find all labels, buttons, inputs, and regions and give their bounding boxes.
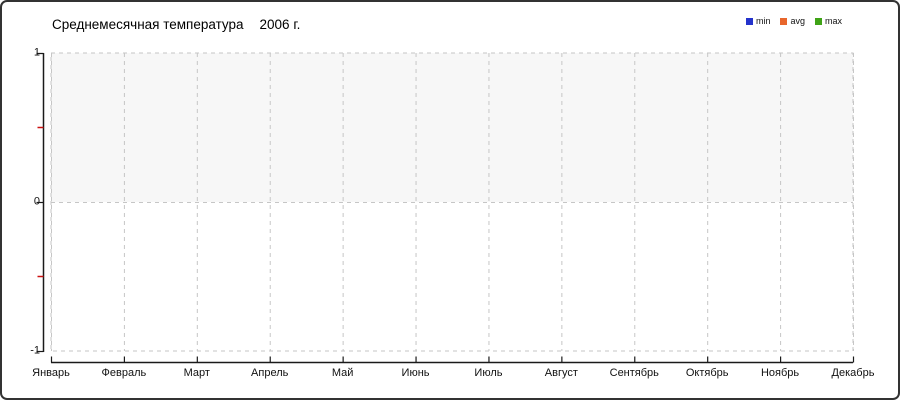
x-axis-label: Июнь xyxy=(374,367,458,379)
x-axis-label: Август xyxy=(519,367,603,379)
x-axis-label: Апрель xyxy=(228,367,312,379)
y-tick-label: 0 xyxy=(8,197,40,208)
y-tick-label: 1 xyxy=(8,48,40,59)
x-axis-label: Март xyxy=(155,367,239,379)
y-tick-label: -1 xyxy=(8,346,40,357)
chart-canvas xyxy=(2,2,900,400)
plot-upper-band xyxy=(51,53,853,202)
x-axis-label: Сентябрь xyxy=(592,367,676,379)
chart-window: Среднемесячная температура2006 г. minavg… xyxy=(0,0,900,400)
x-axis-label: Октябрь xyxy=(665,367,749,379)
x-axis-label: Май xyxy=(301,367,385,379)
x-axis-label: Ноябрь xyxy=(738,367,822,379)
x-axis-label: Февраль xyxy=(82,367,166,379)
x-axis-label: Декабрь xyxy=(811,367,895,379)
x-axis-label: Январь xyxy=(9,367,93,379)
x-axis-label: Июль xyxy=(446,367,530,379)
